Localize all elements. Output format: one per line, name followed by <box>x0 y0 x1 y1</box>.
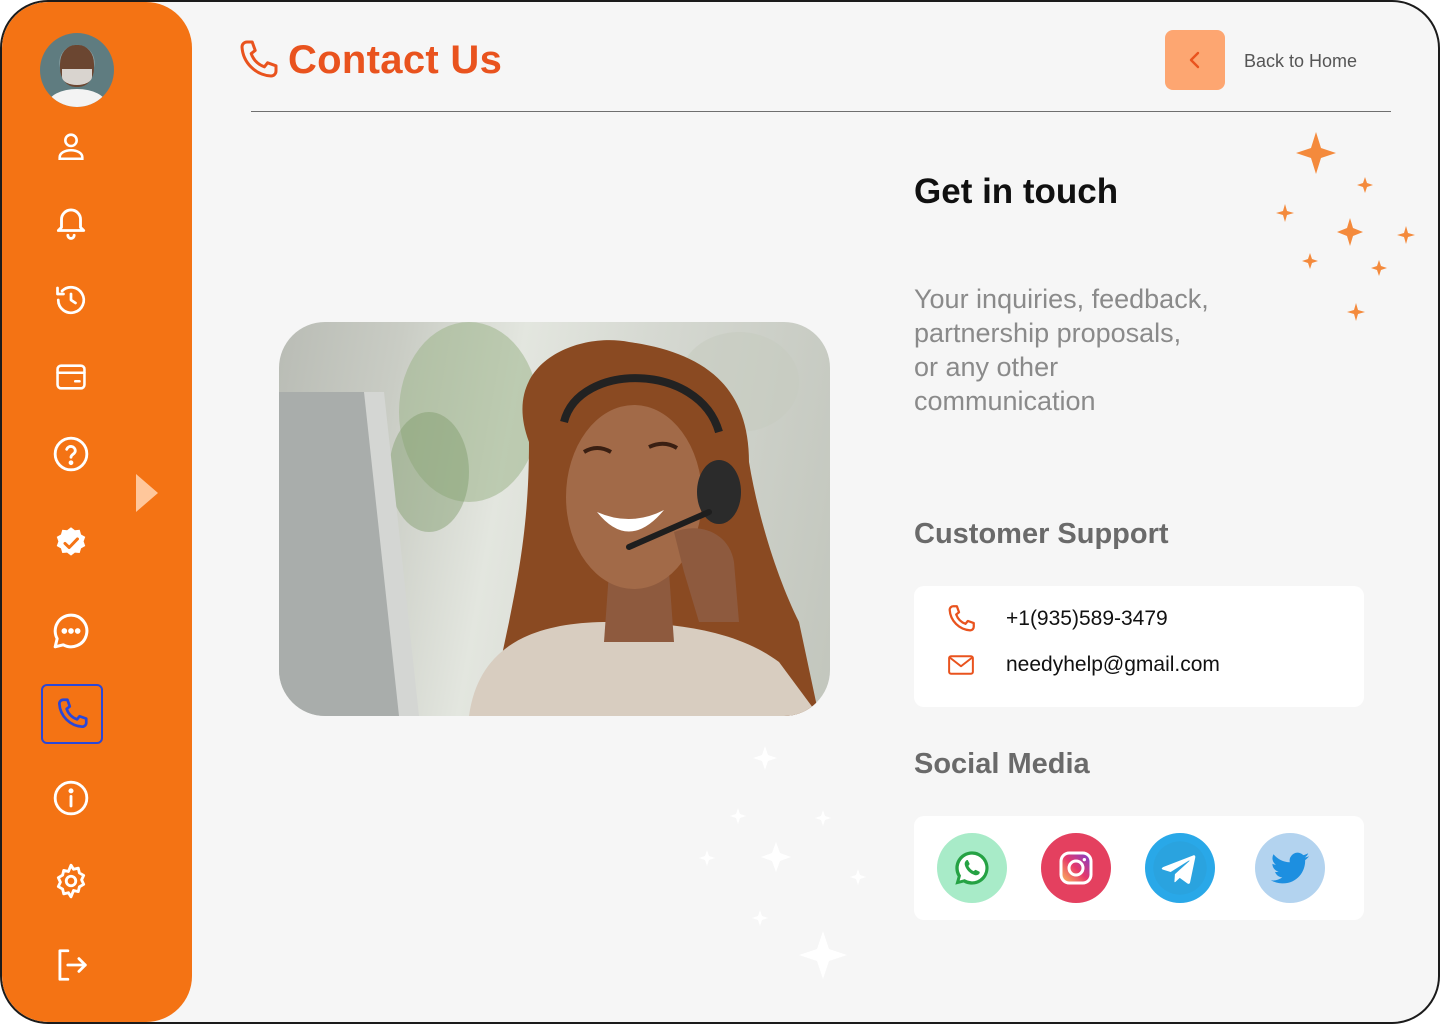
phone-number[interactable]: +1(935)589-3479 <box>1006 607 1168 631</box>
sparkles-decoration <box>1276 132 1415 321</box>
wallet-icon <box>56 364 86 390</box>
intro-line: or any other <box>914 352 1059 382</box>
sidebar <box>2 2 192 1022</box>
twitter-icon <box>1270 852 1310 884</box>
page-title: Contact Us <box>288 37 503 82</box>
sidebar-item-profile[interactable] <box>45 120 97 172</box>
telegram-icon <box>1153 841 1207 895</box>
instagram-icon <box>1059 851 1093 885</box>
telegram-button[interactable] <box>1145 833 1215 903</box>
user-icon <box>58 133 84 161</box>
intro-text: Your inquiries, feedback, partnership pr… <box>914 282 1274 418</box>
phone-icon <box>240 40 278 78</box>
social-media-card <box>914 816 1364 920</box>
email-address[interactable]: needyhelp@gmail.com <box>1006 653 1220 677</box>
header-divider <box>251 111 1391 112</box>
sidebar-expand-arrow[interactable] <box>136 474 158 512</box>
verified-badge-icon <box>56 527 86 556</box>
sidebar-item-notifications[interactable] <box>45 195 97 247</box>
back-to-home-label[interactable]: Back to Home <box>1244 51 1357 72</box>
intro-line: partnership proposals, <box>914 318 1182 348</box>
support-agent-photo <box>279 322 830 716</box>
sidebar-item-info[interactable] <box>45 772 97 824</box>
back-to-home-button[interactable] <box>1165 30 1225 90</box>
history-icon <box>56 285 86 315</box>
sparkles-decoration <box>699 746 866 979</box>
sidebar-item-wallet[interactable] <box>45 351 97 403</box>
help-icon <box>53 436 89 472</box>
phone-row[interactable]: +1(935)589-3479 <box>944 602 1168 636</box>
email-row[interactable]: needyhelp@gmail.com <box>944 650 1220 680</box>
twitter-button[interactable] <box>1255 833 1325 903</box>
bell-icon <box>56 208 86 240</box>
whatsapp-icon <box>955 851 989 885</box>
instagram-button[interactable] <box>1041 833 1111 903</box>
info-icon <box>53 780 89 816</box>
page-header: Contact Us <box>234 36 502 84</box>
avatar[interactable] <box>40 33 114 107</box>
chat-icon <box>53 613 89 649</box>
intro-line: Your inquiries, feedback, <box>914 284 1209 314</box>
sidebar-item-logout[interactable] <box>45 939 97 991</box>
logout-icon <box>58 949 87 981</box>
customer-support-title: Customer Support <box>914 518 1169 550</box>
customer-support-card: +1(935)589-3479 needyhelp@gmail.com <box>914 586 1364 707</box>
sidebar-item-contact[interactable] <box>41 684 103 744</box>
intro-line: communication <box>914 386 1096 416</box>
sidebar-item-settings[interactable] <box>45 855 97 907</box>
whatsapp-button[interactable] <box>937 833 1007 903</box>
mail-icon <box>948 655 974 675</box>
support-agent-illustration <box>279 322 819 716</box>
sidebar-item-verified[interactable] <box>45 517 97 569</box>
sidebar-item-help[interactable] <box>45 428 97 480</box>
settings-icon <box>56 863 86 899</box>
phone-icon <box>57 698 88 729</box>
app-window: Contact Us Back to Home Get in touch You… <box>0 0 1440 1024</box>
chevron-left-icon <box>1189 51 1200 69</box>
social-media-title: Social Media <box>914 748 1090 780</box>
get-in-touch-heading: Get in touch <box>914 172 1119 211</box>
sidebar-item-chat[interactable] <box>45 605 97 657</box>
phone-icon <box>948 605 975 632</box>
sidebar-item-history[interactable] <box>45 274 97 326</box>
